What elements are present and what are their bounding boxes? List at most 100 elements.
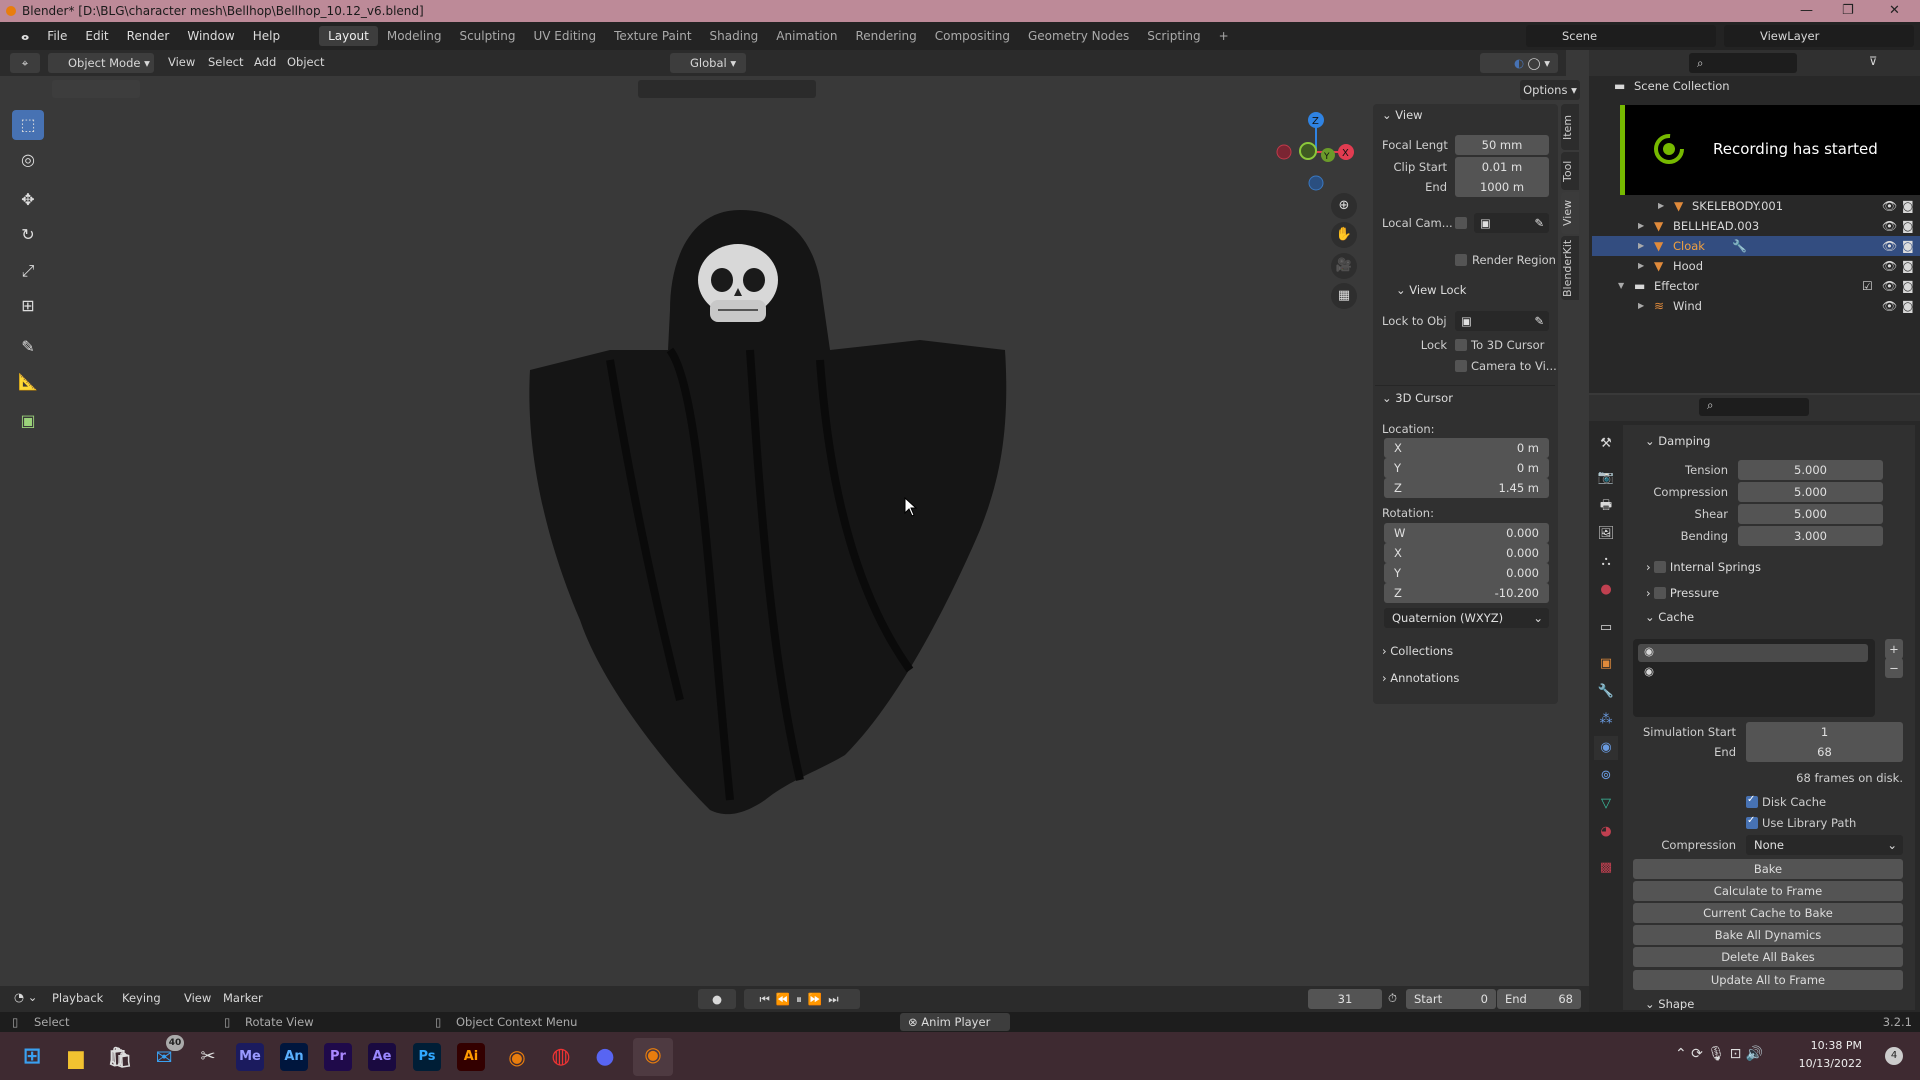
rotate-tool-icon[interactable]: ↻: [12, 220, 44, 250]
scale-tool-icon[interactable]: ⤢: [12, 256, 44, 286]
stopwatch-icon[interactable]: ⏱: [1388, 991, 1397, 1006]
shading-buttons[interactable]: ◐ ◯ ▾: [1480, 53, 1558, 73]
damping-header[interactable]: ⌄ Damping: [1645, 431, 1711, 451]
tab-rendering[interactable]: Rendering: [846, 26, 925, 46]
menu-edit[interactable]: Edit: [76, 29, 117, 43]
orientation-dropdown[interactable]: Global ▾: [670, 53, 746, 73]
perspective-grid-icon[interactable]: ▦: [1331, 283, 1357, 309]
tab-texture-paint[interactable]: Texture Paint: [605, 26, 700, 46]
clock-date[interactable]: 10/13/2022: [1782, 1057, 1862, 1070]
move-tool-icon[interactable]: ✥: [12, 185, 44, 215]
focal-length-field[interactable]: 50 mm: [1455, 135, 1549, 155]
disk-cache-checkbox[interactable]: [1746, 794, 1758, 808]
collections-panel-header[interactable]: › Collections: [1382, 641, 1453, 661]
bake-button[interactable]: Bake: [1633, 859, 1903, 879]
photoshop-icon[interactable]: Ps: [413, 1043, 441, 1071]
minimize-button[interactable]: —: [1800, 0, 1813, 22]
file-explorer-icon[interactable]: ▆: [60, 1041, 92, 1073]
shape-header[interactable]: ⌄ Shape: [1645, 998, 1694, 1010]
sidebar-tab-view[interactable]: View: [1561, 192, 1579, 234]
add-workspace-button[interactable]: +: [1210, 26, 1238, 46]
menu-timeline-view[interactable]: View: [184, 991, 211, 1005]
anim-player-button[interactable]: ⊗ Anim Player: [900, 1013, 1010, 1031]
material-tab-icon[interactable]: ◕: [1594, 820, 1618, 844]
menu-view[interactable]: View: [168, 55, 195, 69]
simulation-end-field[interactable]: 68: [1746, 742, 1903, 762]
lock-to-object-field[interactable]: ▣ ✎: [1455, 311, 1549, 331]
object-filter-search[interactable]: [638, 80, 816, 98]
view-lock-header[interactable]: ⌄ View Lock: [1396, 280, 1466, 300]
annotate-tool-icon[interactable]: ✎: [12, 332, 44, 362]
camera-to-view-checkbox[interactable]: [1455, 360, 1467, 372]
outliner-item-bellhead[interactable]: ▶ ▼ BELLHEAD.003 👁 ◙: [1592, 216, 1920, 236]
modifier-tab-icon[interactable]: 🔧: [1594, 680, 1618, 704]
discord-icon[interactable]: ●: [589, 1041, 621, 1073]
internal-springs-header[interactable]: › Internal Springs: [1646, 557, 1761, 577]
menu-marker[interactable]: Marker: [223, 991, 263, 1005]
clip-start-field[interactable]: 0.01 m: [1455, 157, 1549, 177]
tab-compositing[interactable]: Compositing: [926, 26, 1019, 46]
rotation-mode-dropdown[interactable]: Quaternion (WXYZ) ⌄: [1384, 608, 1549, 628]
scene-selector[interactable]: Scene: [1526, 25, 1716, 47]
outliner-item-cloak[interactable]: ▶ ▼ Cloak 🔧 👁 ◙: [1592, 236, 1920, 256]
tab-uv-editing[interactable]: UV Editing: [525, 26, 606, 46]
use-library-path-checkbox[interactable]: [1746, 815, 1758, 829]
pan-hand-icon[interactable]: ✋: [1331, 222, 1357, 248]
sidebar-tab-item[interactable]: Item: [1561, 104, 1579, 150]
tab-geometry-nodes[interactable]: Geometry Nodes: [1019, 26, 1138, 46]
menu-render[interactable]: Render: [118, 29, 179, 43]
tab-modeling[interactable]: Modeling: [378, 26, 451, 46]
maximize-button[interactable]: ❐: [1842, 0, 1854, 22]
start-frame-field[interactable]: Start 0: [1406, 989, 1496, 1009]
end-frame-field[interactable]: End 68: [1497, 989, 1581, 1009]
navigation-gizmo[interactable]: Z X Y: [1276, 108, 1366, 198]
menu-window[interactable]: Window: [178, 29, 243, 43]
cursor-rotation-z[interactable]: Z -10.200: [1384, 583, 1549, 603]
cache-list-item[interactable]: ◉: [1644, 664, 1654, 678]
zoom-icon[interactable]: ⊕: [1331, 193, 1357, 219]
calculate-to-frame-button[interactable]: Calculate to Frame: [1633, 881, 1903, 901]
menu-playback[interactable]: Playback: [52, 991, 103, 1005]
start-button-icon[interactable]: ⊞: [16, 1041, 48, 1073]
render-region-checkbox[interactable]: [1455, 254, 1467, 266]
editor-type-icon[interactable]: ⌖: [10, 53, 40, 73]
illustrator-icon[interactable]: Ai: [457, 1043, 485, 1071]
update-all-to-frame-button[interactable]: Update All to Frame: [1633, 970, 1903, 990]
local-camera-checkbox[interactable]: [1455, 217, 1467, 229]
shear-field[interactable]: 5.000: [1738, 504, 1883, 524]
cursor-rotation-x[interactable]: X 0.000: [1384, 543, 1549, 563]
tab-layout[interactable]: Layout: [319, 26, 378, 46]
bending-field[interactable]: 3.000: [1738, 526, 1883, 546]
selection-mode-buttons[interactable]: [52, 80, 140, 98]
blender-app-icon[interactable]: ◉: [501, 1041, 533, 1073]
tension-field[interactable]: 5.000: [1738, 460, 1883, 480]
cursor-rotation-y[interactable]: Y 0.000: [1384, 563, 1549, 583]
notification-badge[interactable]: 4: [1885, 1047, 1903, 1065]
annotations-panel-header[interactable]: › Annotations: [1382, 668, 1459, 688]
outliner-item-skelebody[interactable]: ▶ ▼ SKELEBODY.001 👁 ◙: [1592, 196, 1920, 216]
render-properties-tab-icon[interactable]: 📷: [1594, 466, 1618, 490]
bake-all-dynamics-button[interactable]: Bake All Dynamics: [1633, 925, 1903, 945]
menu-help[interactable]: Help: [244, 29, 289, 43]
data-tab-icon[interactable]: ▽: [1594, 792, 1618, 816]
playback-controls[interactable]: ⏮⏪⏸⏩⏭: [744, 989, 860, 1009]
camera-view-icon[interactable]: 🎥: [1331, 253, 1357, 279]
measure-tool-icon[interactable]: 📐: [12, 367, 44, 397]
cursor-location-x[interactable]: X0 m: [1384, 438, 1549, 458]
filter-icon[interactable]: ⊽: [1869, 54, 1877, 68]
cursor-tool-icon[interactable]: ◎: [12, 145, 44, 175]
options-dropdown[interactable]: Options ▾: [1520, 80, 1580, 100]
remove-cache-button[interactable]: −: [1885, 658, 1903, 678]
add-cube-tool-icon[interactable]: ▣: [12, 406, 44, 436]
tab-animation[interactable]: Animation: [767, 26, 846, 46]
properties-search-input[interactable]: ⌕: [1699, 398, 1809, 416]
menu-keying[interactable]: Keying: [122, 991, 161, 1005]
mail-icon[interactable]: ✉ 40: [148, 1035, 184, 1073]
view-layer-tab-icon[interactable]: 🖼: [1594, 522, 1618, 546]
menu-object[interactable]: Object: [287, 55, 324, 69]
delete-all-bakes-button[interactable]: Delete All Bakes: [1633, 947, 1903, 967]
outliner-scene-collection[interactable]: ▬ Scene Collection: [1592, 76, 1920, 96]
sidebar-tab-tool[interactable]: Tool: [1561, 152, 1579, 190]
cursor-location-z[interactable]: Z 1.45 m: [1384, 478, 1549, 498]
constraints-tab-icon[interactable]: ⊚: [1594, 764, 1618, 788]
